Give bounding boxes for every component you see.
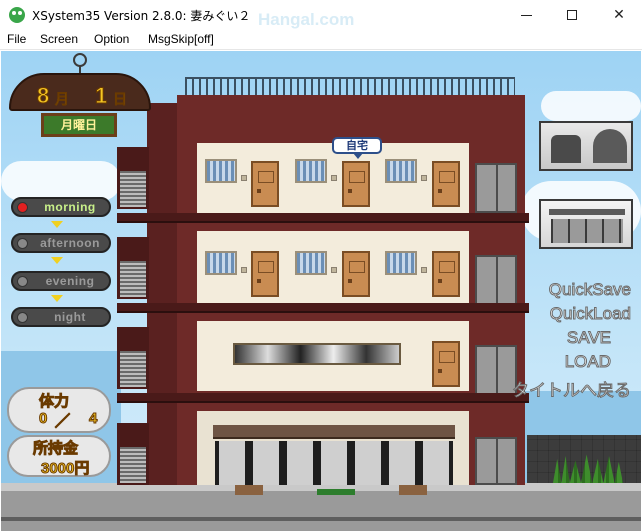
cloud	[541, 91, 641, 121]
close-button[interactable]: ✕	[596, 0, 642, 30]
apartment-door[interactable]	[432, 341, 460, 387]
stairwell	[117, 327, 149, 389]
menu-msgskip[interactable]: MsgSkip[off]	[148, 32, 214, 46]
floor-slab	[117, 213, 529, 223]
arrow-down-icon	[51, 221, 63, 228]
tod-night: night	[11, 307, 111, 327]
inactive-dot-icon	[17, 276, 28, 287]
apartment-door[interactable]	[251, 161, 279, 207]
long-window	[233, 343, 401, 365]
cloud	[1, 161, 121, 201]
shop-front[interactable]	[215, 441, 453, 485]
roof-railing	[185, 77, 515, 95]
watermark-text: Hangal.com	[258, 10, 355, 29]
building-side	[147, 103, 179, 485]
money-panel: 所持金 3000円	[7, 435, 111, 478]
window	[205, 159, 237, 183]
planter	[399, 485, 427, 495]
stairwell	[117, 237, 149, 299]
menu-bar: File Screen Option MsgSkip[off]	[0, 30, 642, 50]
active-dot-icon	[17, 202, 28, 213]
arrow-down-icon	[51, 295, 63, 302]
return-to-title-button[interactable]: タイトルへ戻る	[512, 376, 632, 401]
date-day-unit: 日	[113, 92, 128, 109]
window	[295, 159, 327, 183]
window	[385, 159, 417, 183]
menu-screen[interactable]: Screen	[40, 32, 78, 46]
window	[295, 251, 327, 275]
money-title: 所持金	[32, 440, 79, 458]
game-canvas[interactable]: 自宅 8 月 1 日 月曜日 morning afternoon evening…	[1, 51, 641, 531]
elevator	[475, 437, 517, 485]
maximize-button[interactable]	[550, 0, 596, 30]
weekday-label: 月曜日	[41, 113, 117, 137]
elevator	[475, 345, 517, 395]
stairwell	[117, 423, 149, 485]
inactive-dot-icon	[17, 238, 28, 249]
arrow-down-icon	[51, 257, 63, 264]
apartment-door[interactable]	[342, 251, 370, 297]
elevator	[475, 255, 517, 305]
elevator	[475, 163, 517, 213]
menu-file[interactable]: File	[7, 32, 26, 46]
apartment-door[interactable]	[432, 161, 460, 207]
window	[205, 251, 237, 275]
close-icon: ✕	[613, 7, 625, 23]
floor-slab	[117, 393, 529, 403]
menu-option[interactable]: Option	[94, 32, 129, 46]
app-icon	[9, 7, 25, 23]
apartment-door[interactable]	[251, 251, 279, 297]
shop-awning	[213, 425, 455, 439]
minimize-icon	[521, 15, 532, 16]
home-door[interactable]	[342, 161, 370, 207]
park-icon	[593, 129, 627, 163]
tree-icon	[551, 135, 581, 163]
location-tag: 自宅	[332, 137, 382, 159]
save-button[interactable]: SAVE	[566, 328, 611, 348]
stamina-current: 0	[38, 410, 48, 428]
date-day: 1	[94, 83, 108, 109]
apartment-door[interactable]	[432, 251, 460, 297]
title-bar: XSystem35 Version 2.8.0: 妻みぐい２ Hangal.co…	[0, 0, 642, 30]
money-value: 3000円	[40, 460, 90, 478]
park-destination-button[interactable]	[539, 121, 633, 171]
curb	[1, 517, 641, 521]
window-title: XSystem35 Version 2.8.0: 妻みぐい２	[32, 9, 251, 23]
tod-afternoon: afternoon	[11, 233, 111, 253]
storefront-icon	[551, 219, 623, 243]
stairwell	[117, 147, 149, 209]
planter	[235, 485, 263, 495]
stamina-separator: ／	[54, 413, 71, 431]
load-button[interactable]: LOAD	[564, 352, 611, 372]
stamina-title: 体力	[38, 393, 70, 411]
window	[385, 251, 417, 275]
inactive-dot-icon	[17, 312, 28, 323]
store-destination-button[interactable]	[539, 199, 633, 249]
tod-evening: evening	[11, 271, 111, 291]
date-month: 8	[36, 83, 50, 109]
maximize-icon	[567, 10, 577, 20]
floor-slab	[117, 303, 529, 313]
tod-morning: morning	[11, 197, 111, 217]
date-month-unit: 月	[55, 92, 70, 109]
stamina-max: 4	[88, 410, 98, 428]
quicksave-button[interactable]: QuickSave	[548, 280, 631, 300]
quickload-button[interactable]: QuickLoad	[549, 304, 631, 324]
minimize-button[interactable]	[504, 0, 550, 30]
stamina-panel: 体力 0 ／ 4	[7, 387, 111, 433]
date-plate: 8 月 1 日	[9, 73, 151, 111]
door-mat	[317, 489, 355, 495]
